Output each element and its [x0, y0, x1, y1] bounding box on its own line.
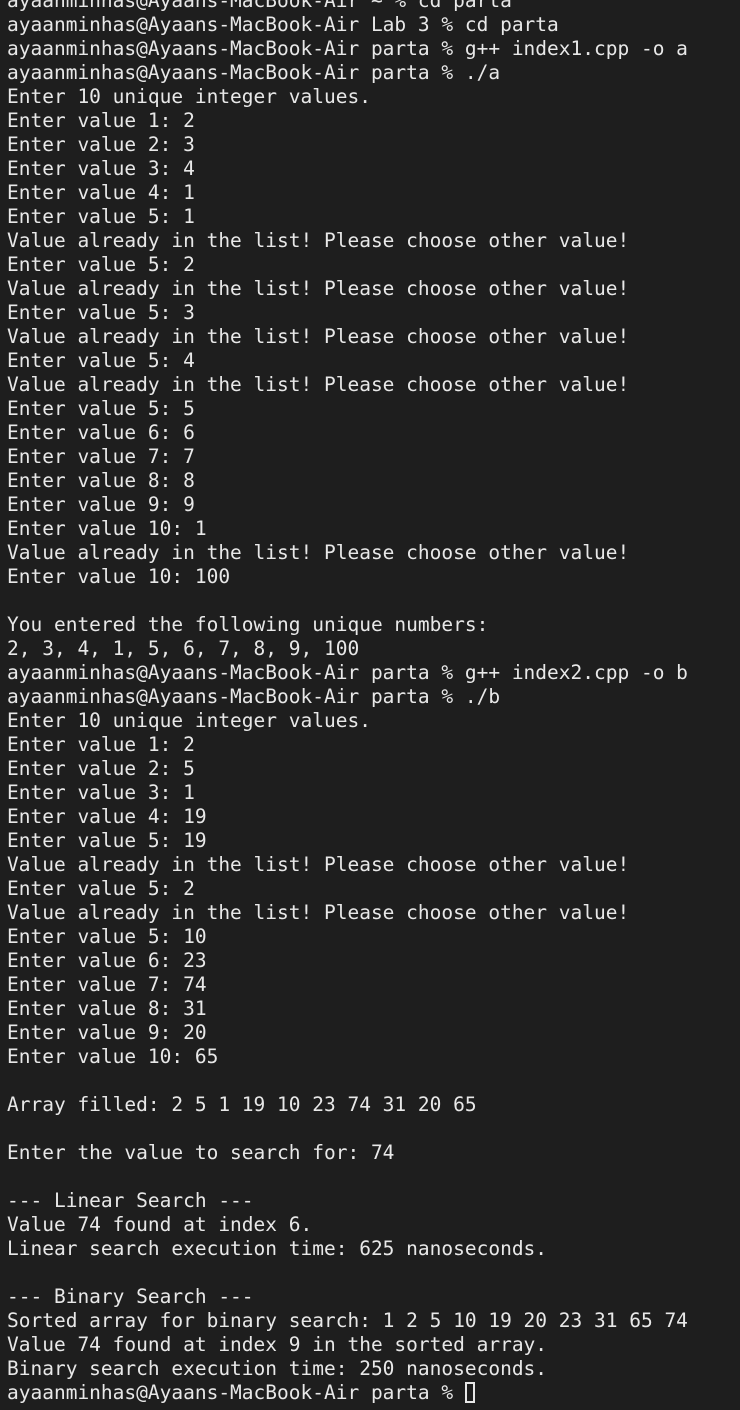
terminal-line: Enter the value to search for: 74	[7, 1141, 395, 1164]
terminal-line: Enter value 6: 23	[7, 949, 207, 972]
terminal-line: Value already in the list! Please choose…	[7, 541, 630, 564]
terminal-line: Enter 10 unique integer values.	[7, 709, 371, 732]
terminal-line: Enter value 5: 19	[7, 829, 207, 852]
terminal-line: Array filled: 2 5 1 19 10 23 74 31 20 65	[7, 1093, 477, 1116]
terminal-line: Enter value 10: 1	[7, 517, 207, 540]
terminal-output: ayaanminhas@Ayaans-MacBook-Air ~ % cd pa…	[7, 0, 688, 1405]
terminal-line: Enter value 5: 3	[7, 301, 195, 324]
terminal-line: Value already in the list! Please choose…	[7, 229, 630, 252]
terminal-line: Enter value 10: 65	[7, 1045, 219, 1068]
terminal-line: Enter value 4: 19	[7, 805, 207, 828]
terminal-line: Enter value 8: 8	[7, 469, 195, 492]
terminal-line: Value already in the list! Please choose…	[7, 853, 630, 876]
terminal-line: Linear search execution time: 625 nanose…	[7, 1237, 548, 1260]
terminal-line: Enter value 2: 3	[7, 133, 195, 156]
terminal-line: Enter value 5: 1	[7, 205, 195, 228]
terminal-line: Value 74 found at index 6.	[7, 1213, 313, 1236]
terminal-line: Binary search execution time: 250 nanose…	[7, 1357, 548, 1380]
terminal-line: You entered the following unique numbers…	[7, 613, 489, 636]
terminal-line: Enter value 4: 1	[7, 181, 195, 204]
terminal-line: ayaanminhas@Ayaans-MacBook-Air Lab 3 % c…	[7, 13, 559, 36]
terminal-line: Enter value 7: 74	[7, 973, 207, 996]
terminal-line: Enter value 1: 2	[7, 733, 195, 756]
terminal-line: Value already in the list! Please choose…	[7, 901, 630, 924]
terminal-line: Enter value 6: 6	[7, 421, 195, 444]
terminal-line: ayaanminhas@Ayaans-MacBook-Air parta % .…	[7, 685, 501, 708]
terminal-line: Enter value 2: 5	[7, 757, 195, 780]
terminal-line: Enter value 3: 4	[7, 157, 195, 180]
terminal-line: Value already in the list! Please choose…	[7, 277, 630, 300]
terminal-line: Enter value 3: 1	[7, 781, 195, 804]
terminal-line: Value already in the list! Please choose…	[7, 373, 630, 396]
terminal-line: ayaanminhas@Ayaans-MacBook-Air ~ % cd pa…	[7, 0, 512, 12]
terminal-line: --- Linear Search ---	[7, 1189, 254, 1212]
shell-prompt: ayaanminhas@Ayaans-MacBook-Air parta %	[7, 1381, 465, 1404]
terminal-line: Sorted array for binary search: 1 2 5 10…	[7, 1309, 688, 1332]
terminal-line: Enter value 9: 9	[7, 493, 195, 516]
terminal-line: Enter value 1: 2	[7, 109, 195, 132]
terminal-line: --- Binary Search ---	[7, 1285, 254, 1308]
terminal-line: 2, 3, 4, 1, 5, 6, 7, 8, 9, 100	[7, 637, 360, 660]
terminal-line: Enter value 9: 20	[7, 1021, 207, 1044]
terminal-line: Enter value 8: 31	[7, 997, 207, 1020]
terminal-line: Enter value 5: 10	[7, 925, 207, 948]
terminal-line: Enter value 5: 5	[7, 397, 195, 420]
terminal-line: Enter value 5: 2	[7, 877, 195, 900]
terminal-line: ayaanminhas@Ayaans-MacBook-Air parta % .…	[7, 61, 501, 84]
terminal-prompt-line[interactable]: ayaanminhas@Ayaans-MacBook-Air parta %	[7, 1381, 688, 1405]
terminal-line: ayaanminhas@Ayaans-MacBook-Air parta % g…	[7, 661, 688, 684]
text-cursor-icon	[464, 1381, 475, 1403]
terminal-line: Value already in the list! Please choose…	[7, 325, 630, 348]
terminal-line: Enter 10 unique integer values.	[7, 85, 371, 108]
terminal-line: ayaanminhas@Ayaans-MacBook-Air parta % g…	[7, 37, 688, 60]
terminal-line: Enter value 7: 7	[7, 445, 195, 468]
terminal-line: Enter value 5: 4	[7, 349, 195, 372]
terminal-line: Enter value 10: 100	[7, 565, 231, 588]
terminal-window[interactable]: ayaanminhas@Ayaans-MacBook-Air ~ % cd pa…	[0, 0, 740, 1410]
terminal-line: Enter value 5: 2	[7, 253, 195, 276]
terminal-line: Value 74 found at index 9 in the sorted …	[7, 1333, 548, 1356]
